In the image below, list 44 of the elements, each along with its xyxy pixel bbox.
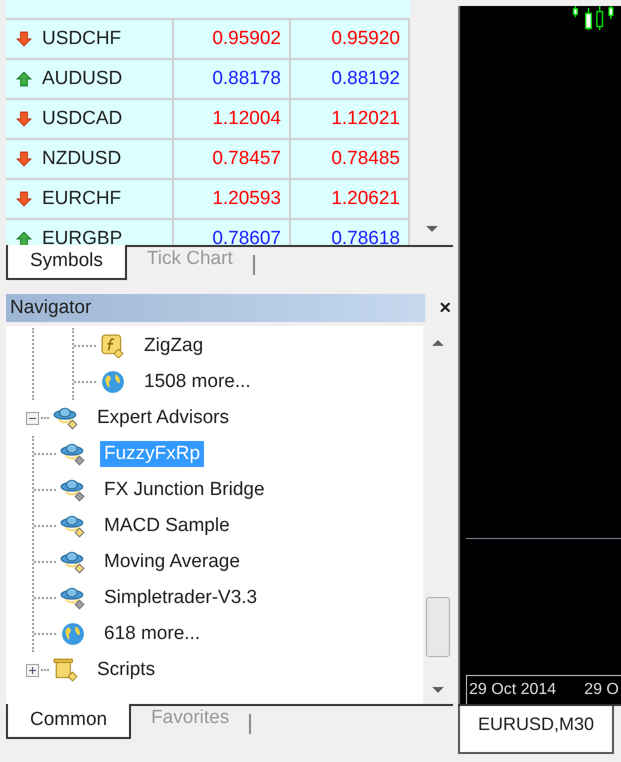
hat-icon xyxy=(53,406,79,430)
panel-title: Navigator xyxy=(10,297,92,319)
tree-item[interactable]: FX Junction Bridge xyxy=(100,477,269,503)
scroll-up-icon[interactable] xyxy=(432,340,444,347)
hat-icon xyxy=(60,478,86,502)
tab[interactable]: Symbols xyxy=(6,245,127,280)
function-icon xyxy=(100,334,126,358)
symbol-name: USDCAD xyxy=(42,108,122,130)
hat-icon xyxy=(60,514,86,538)
tree-item[interactable]: Expert Advisors xyxy=(93,405,233,431)
bid-price: 0.88178 xyxy=(174,60,291,98)
scroll-down-icon[interactable] xyxy=(426,226,438,233)
bid-price: 1.12004 xyxy=(174,100,291,138)
symbol-name: EURCHF xyxy=(42,188,122,210)
time-label: 29 Oct 2014 xyxy=(469,680,556,700)
time-label: 29 O xyxy=(584,680,619,700)
hat-icon xyxy=(60,550,86,574)
scroll-icon xyxy=(53,658,79,682)
tab[interactable]: Common xyxy=(6,704,132,739)
tree-item[interactable]: 1508 more... xyxy=(140,369,255,395)
tree-item[interactable]: Scripts xyxy=(93,657,160,683)
symbol-name: AUDUSD xyxy=(42,68,122,90)
symbol-name: USDCHF xyxy=(42,28,122,50)
expander-button[interactable] xyxy=(26,664,39,676)
tree-item[interactable]: ZigZag xyxy=(140,333,208,359)
symbol-name: EURGBP xyxy=(42,228,122,245)
expander-button[interactable] xyxy=(26,412,39,424)
scrollbar[interactable] xyxy=(410,0,453,245)
chart-tab[interactable]: EURUSD,M30 xyxy=(458,706,614,754)
globe-icon xyxy=(60,622,86,646)
hat-icon xyxy=(60,442,86,466)
hat-icon xyxy=(60,586,86,610)
tree-item[interactable]: 618 more... xyxy=(100,621,204,647)
tree-item[interactable]: MACD Sample xyxy=(100,513,234,539)
bid-price: 0.78457 xyxy=(174,140,291,178)
bid-price: 1.20593 xyxy=(174,180,291,218)
close-button[interactable]: × xyxy=(439,296,451,320)
scroll-thumb[interactable] xyxy=(426,597,450,657)
tree-item[interactable]: Simpletrader-V3.3 xyxy=(100,585,262,611)
scroll-down-icon[interactable] xyxy=(432,687,444,694)
symbol-name: NZDUSD xyxy=(42,148,122,170)
globe-icon xyxy=(100,370,126,394)
tree-item[interactable]: Moving Average xyxy=(100,549,244,575)
bid-price: 0.95902 xyxy=(174,20,291,58)
